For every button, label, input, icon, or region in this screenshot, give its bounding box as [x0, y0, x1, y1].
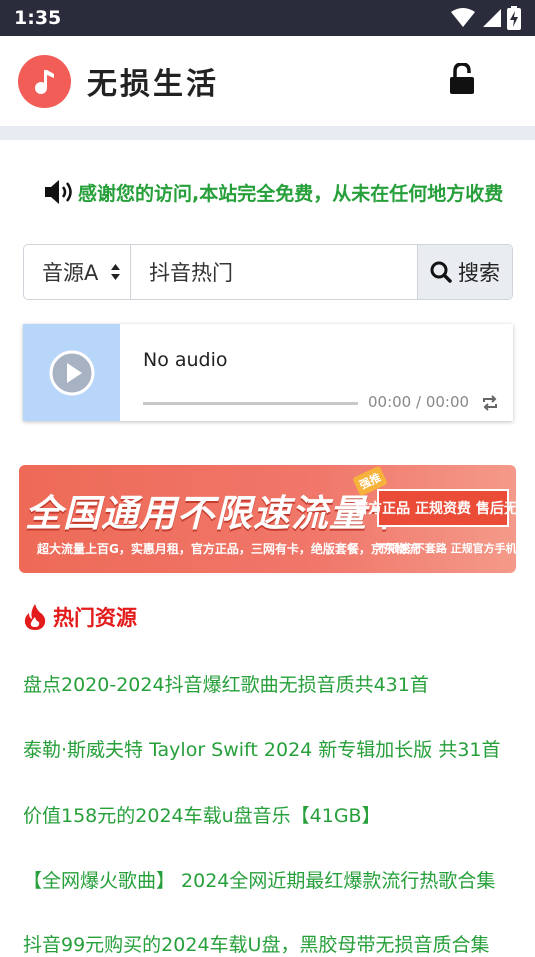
- list-item[interactable]: 价值158元的2024车载u盘音乐【41GB】: [23, 801, 513, 828]
- progress-bar[interactable]: [143, 402, 358, 405]
- banner-headline: 全国通用不限速流量卡: [25, 492, 405, 535]
- status-time: 1:35: [14, 7, 62, 29]
- source-select-value: 音源A: [42, 261, 99, 285]
- hot-section-title: 热门资源: [23, 602, 137, 632]
- status-bar: 1:35: [0, 0, 535, 36]
- player-title: No audio: [143, 349, 228, 371]
- header-divider: [0, 126, 535, 140]
- list-item[interactable]: 盘点2020-2024抖音爆红歌曲无损音质共431首: [23, 670, 513, 697]
- search-bar: 音源A 搜索: [23, 244, 513, 300]
- notice-text: 感谢您的访问,本站完全免费，从未在任何地方收费: [78, 182, 504, 205]
- source-select[interactable]: 音源A: [24, 245, 132, 299]
- audio-player: No audio 00:00 / 00:00: [23, 324, 513, 421]
- search-button[interactable]: 搜索: [417, 245, 512, 299]
- wifi-icon: [451, 8, 475, 27]
- music-note-icon[interactable]: [18, 54, 71, 108]
- battery-charging-icon: [507, 6, 521, 30]
- sort-arrows-icon: [110, 263, 121, 281]
- notice-bar: 感谢您的访问,本站完全免费，从未在任何地方收费: [44, 175, 524, 209]
- list-item[interactable]: 泰勒·斯威夫特 Taylor Swift 2024 新专辑加长版 共31首: [23, 735, 513, 762]
- system-icons: [451, 6, 521, 30]
- search-input[interactable]: [131, 245, 418, 299]
- banner-box: 官方正品 正规资费 售后无忧: [354, 489, 516, 527]
- search-button-label: 搜索: [458, 261, 501, 285]
- hot-title: 热门资源: [53, 606, 137, 630]
- play-icon[interactable]: [49, 350, 95, 396]
- list-item[interactable]: 【全网爆火歌曲】 2024全网近期最红爆款流行热歌合集: [23, 866, 513, 893]
- album-cover: [23, 324, 120, 421]
- app-title: 无损生活: [87, 67, 219, 102]
- fire-icon: [24, 604, 46, 630]
- speaker-icon: [45, 180, 72, 204]
- banner-box-subline: 不限速 不套路 正规官方手机卡: [377, 542, 516, 555]
- list-item[interactable]: 抖音99元购买的2024车载U盘，黑胶母带无损音质合集: [23, 930, 513, 957]
- player-body: No audio 00:00 / 00:00: [120, 324, 513, 421]
- app-header: 无损生活: [0, 36, 535, 126]
- unlock-icon[interactable]: [449, 62, 475, 99]
- search-icon: [430, 261, 452, 283]
- ad-banner[interactable]: 全国通用不限速流量卡 超大流量上百G，实惠月租，官方正品，三网有卡，绝版套餐，京…: [19, 465, 516, 573]
- signal-icon: [483, 9, 501, 27]
- loop-icon[interactable]: [481, 394, 499, 412]
- banner-subline: 超大流量上百G，实惠月租，官方正品，三网有卡，绝版套餐，京东物流: [37, 542, 419, 556]
- player-time: 00:00 / 00:00: [368, 393, 470, 411]
